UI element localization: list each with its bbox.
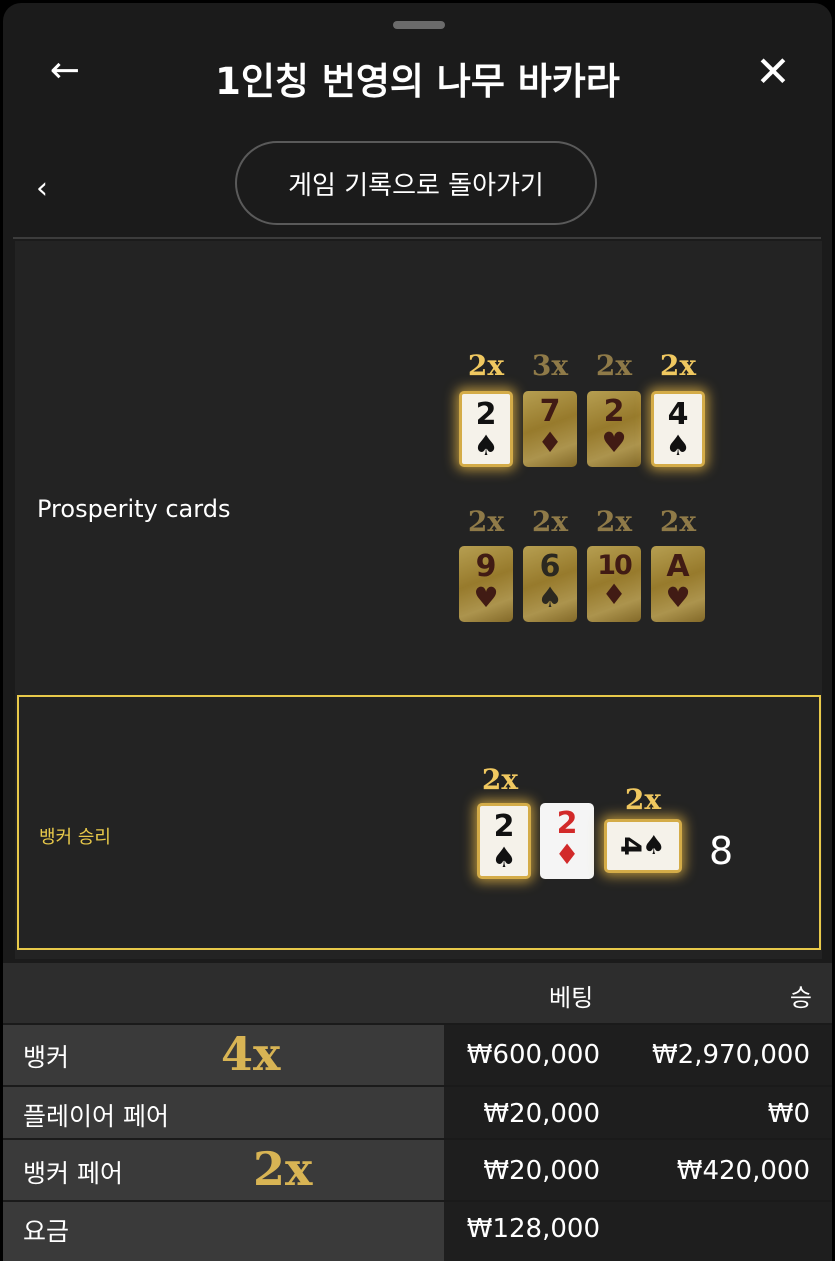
- prosperity-card: 7 ♦: [523, 391, 577, 467]
- diamond-icon: ♦: [601, 578, 627, 611]
- prosperity-card: 10 ♦: [587, 546, 641, 622]
- spade-icon: ♠: [473, 429, 499, 462]
- bet-amount: ₩20,000: [483, 1156, 600, 1186]
- drag-handle[interactable]: [393, 21, 445, 29]
- card-multiplier: 2x: [481, 763, 519, 796]
- heart-icon: ♥: [601, 426, 627, 459]
- bet-multiplier: 2x: [253, 1142, 313, 1196]
- prosperity-card: A ♥: [651, 546, 705, 622]
- result-highlight-box: [17, 695, 821, 950]
- table-row: 뱅커 페어 2x ₩20,000 ₩420,000: [3, 1138, 832, 1200]
- column-header-win: 승: [789, 984, 812, 1012]
- spade-icon: ♠: [537, 581, 563, 614]
- bet-type-label: 요금: [23, 1217, 70, 1246]
- card-multiplier: 2x: [467, 349, 505, 382]
- card-multiplier: 2x: [624, 783, 662, 816]
- bet-type-label: 뱅커: [23, 1043, 70, 1072]
- bet-multiplier: 4x: [221, 1027, 281, 1081]
- diamond-icon: ♦: [537, 426, 563, 459]
- spade-icon: ♠: [491, 841, 517, 874]
- column-header-bet: 베팅: [549, 984, 594, 1012]
- card-multiplier: 2x: [659, 505, 697, 538]
- result-card-sideways: 4 ♠: [604, 819, 682, 873]
- spade-icon: ♠: [665, 429, 691, 462]
- bet-amount: ₩20,000: [483, 1099, 600, 1129]
- hand-score: 8: [709, 829, 734, 873]
- card-multiplier: 2x: [595, 349, 633, 382]
- chevron-left-icon[interactable]: ‹: [36, 171, 48, 206]
- result-card: 2 ♦: [540, 803, 594, 879]
- page-title: 1인칭 번영의 나무 바카라: [215, 60, 620, 103]
- prosperity-card: 9 ♥: [459, 546, 513, 622]
- win-amount: ₩420,000: [676, 1156, 810, 1186]
- result-card: 2 ♠: [477, 803, 531, 879]
- win-amount: ₩2,970,000: [651, 1040, 810, 1070]
- table-row: 뱅커 4x ₩600,000 ₩2,970,000: [3, 1023, 832, 1085]
- divider: [13, 237, 821, 239]
- prosperity-cards-label: Prosperity cards: [37, 495, 231, 523]
- prosperity-card: 6 ♠: [523, 546, 577, 622]
- card-multiplier: 2x: [595, 505, 633, 538]
- diamond-icon: ♦: [554, 838, 580, 871]
- table-row: 요금 ₩128,000: [3, 1200, 832, 1261]
- card-multiplier: 2x: [659, 349, 697, 382]
- prosperity-card: 2 ♥: [587, 391, 641, 467]
- heart-icon: ♥: [473, 581, 499, 614]
- bet-type-label: 플레이어 페어: [23, 1102, 169, 1131]
- heart-icon: ♥: [665, 581, 691, 614]
- card-multiplier: 2x: [467, 505, 505, 538]
- prosperity-card: 2 ♠: [459, 391, 513, 467]
- close-icon[interactable]: ✕: [747, 51, 799, 95]
- back-to-history-button[interactable]: 게임 기록으로 돌아가기: [235, 141, 597, 225]
- bet-type-label: 뱅커 페어: [23, 1159, 123, 1188]
- table-row: 플레이어 페어 ₩20,000 ₩0: [3, 1085, 832, 1138]
- card-multiplier: 3x: [531, 349, 569, 382]
- prosperity-card: 4 ♠: [651, 391, 705, 467]
- bet-amount: ₩600,000: [466, 1040, 600, 1070]
- win-amount: ₩0: [767, 1099, 810, 1129]
- bet-amount: ₩128,000: [466, 1214, 600, 1244]
- card-multiplier: 2x: [531, 505, 569, 538]
- result-label: 뱅커 승리: [39, 827, 111, 848]
- game-history-sheet: ← 1인칭 번영의 나무 바카라 ✕ ‹ 게임 기록으로 돌아가기 Prospe…: [3, 3, 832, 1261]
